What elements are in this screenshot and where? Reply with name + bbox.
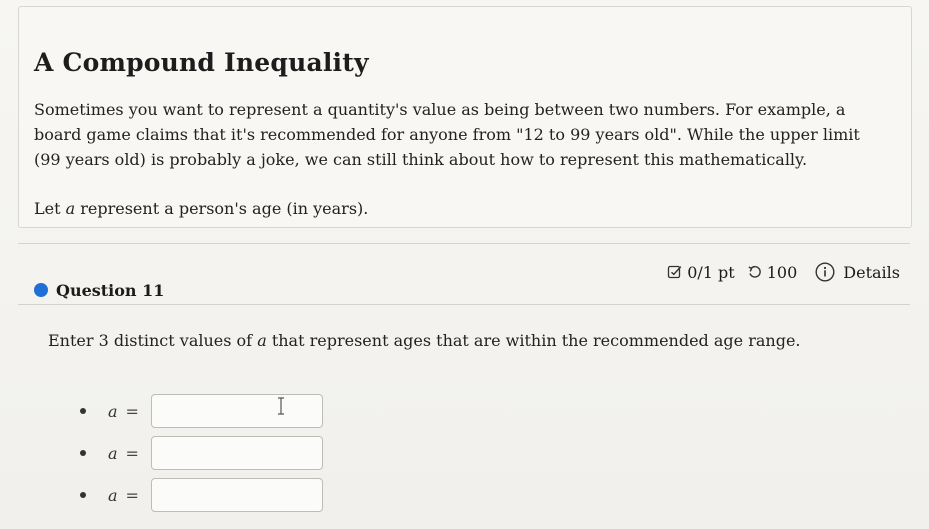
equals-sign: = — [125, 485, 139, 505]
let-prefix: Let — [34, 199, 66, 218]
text-cursor-icon — [278, 397, 284, 415]
answer-row: a = — [80, 390, 323, 432]
tries-text: 100 — [766, 262, 798, 282]
question-status-dot — [34, 283, 48, 297]
answer-list: a = a = a = — [80, 390, 323, 516]
answer-input-2[interactable] — [150, 436, 323, 470]
checkbox-pencil-icon — [668, 265, 682, 279]
answer-input-3[interactable] — [150, 478, 323, 512]
page: A Compound Inequality Sometimes you want… — [0, 0, 929, 529]
bullet — [80, 408, 86, 414]
answer-input-1[interactable] — [150, 394, 323, 428]
answer-row: a = — [80, 474, 323, 516]
question-header: Question 11 0/1 pt 100 Details — [18, 250, 910, 302]
retry-icon — [748, 265, 761, 278]
bullet — [80, 492, 86, 498]
details-link[interactable]: Details — [815, 262, 900, 282]
prompt-suffix: that represent ages that are within the … — [266, 331, 801, 350]
equals-sign: = — [125, 443, 139, 463]
question-label: Question 11 — [56, 281, 165, 300]
bullet — [80, 450, 86, 456]
variable-a: a — [257, 331, 267, 350]
intro-title: A Compound Inequality — [34, 48, 369, 77]
score-text: 0/1 pt — [687, 262, 735, 282]
divider — [18, 304, 910, 305]
prompt-prefix: Enter 3 distinct values of — [48, 331, 258, 350]
answer-variable: a — [108, 443, 118, 463]
question-prompt: Enter 3 distinct values of a that repres… — [48, 331, 801, 350]
question-meta: 0/1 pt 100 Details — [655, 262, 900, 282]
intro-paragraph: Sometimes you want to represent a quanti… — [34, 100, 860, 169]
answer-row: a = — [80, 432, 323, 474]
variable-a: a — [65, 199, 76, 218]
answer-variable: a — [108, 485, 118, 505]
intro-variable-definition: Let a represent a person's age (in years… — [34, 199, 368, 218]
divider — [18, 243, 910, 244]
details-text[interactable]: Details — [843, 263, 900, 282]
equals-sign: = — [125, 401, 139, 421]
tries-indicator: 100 — [747, 262, 798, 282]
let-suffix: represent a person's age (in years). — [75, 199, 369, 218]
answer-variable: a — [108, 401, 118, 421]
info-circle-icon — [815, 262, 835, 282]
score-indicator: 0/1 pt — [667, 263, 735, 282]
